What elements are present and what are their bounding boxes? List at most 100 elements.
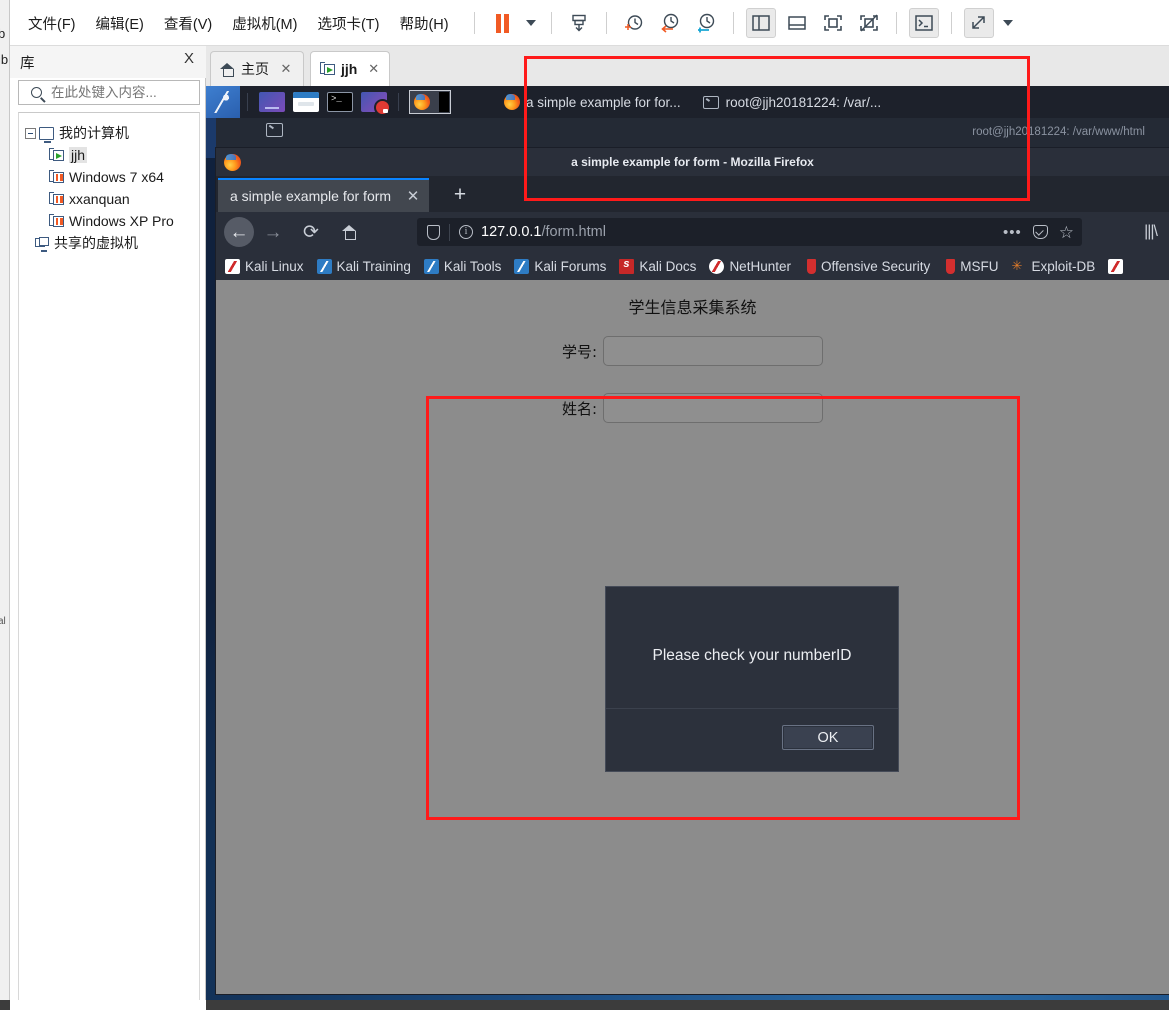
fullscreen-button[interactable] <box>818 8 848 38</box>
snapshot-take-button[interactable] <box>564 8 594 38</box>
search-input[interactable] <box>49 84 230 101</box>
menu-edit[interactable]: 编辑(E) <box>86 9 154 38</box>
terminal-window-title: root@jjh20181224: /var/www/html <box>972 126 1145 138</box>
show-thumbnail-bar-button[interactable] <box>782 8 812 38</box>
kali-dragon-icon <box>1108 258 1124 274</box>
firefox-window[interactable]: a simple example for form - Mozilla Fire… <box>216 148 1169 994</box>
library-panel: 库 X 我的计算机 jjh Windows 7 x64 <box>10 46 240 1010</box>
guest-vm-screen[interactable]: a simple example for for... root@jjh2018… <box>206 86 1169 1010</box>
taskbar-window-firefox[interactable]: a simple example for for... <box>496 89 689 115</box>
panel-bottom-icon <box>788 16 806 30</box>
new-tab-button[interactable]: + <box>448 184 472 206</box>
browser-tab-active[interactable]: a simple example for form ✕ <box>218 178 430 212</box>
bookmark-kali-linux[interactable]: Kali Linux <box>225 258 304 274</box>
menu-tabs[interactable]: 选项卡(T) <box>307 9 389 38</box>
firefox-icon <box>504 94 520 110</box>
bookmark-star-button[interactable]: ☆ <box>1059 224 1074 241</box>
pocket-save-button[interactable] <box>1032 225 1048 239</box>
snapshot-manager-button[interactable] <box>691 8 721 38</box>
student-id-label: 学号: <box>561 342 598 361</box>
clock-wrench-icon <box>698 13 715 33</box>
pause-dropdown-chevron-down-icon[interactable] <box>526 20 536 26</box>
library-search-box[interactable] <box>18 80 240 105</box>
launcher-terminal[interactable] <box>327 92 353 112</box>
forward-button[interactable]: → <box>256 215 290 249</box>
console-button[interactable] <box>909 8 939 38</box>
launcher-files[interactable] <box>293 92 319 112</box>
collapse-expander-icon[interactable] <box>25 127 36 139</box>
alert-dialog[interactable]: Please check your numberID OK <box>605 586 899 772</box>
bookmark-kali-training[interactable]: Kali Training <box>316 258 411 274</box>
bookmark-kali-forums[interactable]: Kali Forums <box>514 258 606 274</box>
kali-dragon-logo[interactable] <box>206 86 240 118</box>
snapshot-icon <box>572 14 586 32</box>
vm-toolbar <box>465 0 1019 46</box>
reload-button[interactable]: ⟳ <box>294 215 328 249</box>
window-switcher-thumb[interactable] <box>409 90 451 114</box>
home-button[interactable] <box>332 215 366 249</box>
bookmark-kali-docs[interactable]: Kali Docs <box>619 258 697 274</box>
background-fragment-2: ib <box>0 52 9 67</box>
bookmark-label: Kali Training <box>336 258 411 274</box>
tree-item-windows-7-x64[interactable]: Windows 7 x64 <box>19 166 199 188</box>
background-fragment-1: b <box>0 26 5 41</box>
menu-file[interactable]: 文件(F) <box>18 9 86 38</box>
host-bottom-strip <box>0 1000 1169 1010</box>
site-info-icon[interactable]: i <box>459 225 473 239</box>
snapshot-revert-button[interactable] <box>655 8 685 38</box>
terminal-window[interactable]: root@jjh20181224: /var/www/html <box>216 118 1169 148</box>
toolbar-separator <box>551 12 552 34</box>
bookmark-msfu[interactable]: MSFU <box>943 258 999 274</box>
close-icon[interactable]: X <box>180 50 198 68</box>
tracking-protection-shield-icon[interactable] <box>427 224 440 240</box>
kali-top-panel: a simple example for for... root@jjh2018… <box>206 86 1169 118</box>
bookmark-label: Kali Docs <box>639 258 697 274</box>
bookmark-kali-tools[interactable]: Kali Tools <box>423 258 501 274</box>
student-id-input[interactable] <box>603 336 824 366</box>
tree-item-windows-xp-pro[interactable]: Windows XP Pro <box>19 210 199 232</box>
toolbar-separator <box>474 12 475 34</box>
tree-item-my-computer[interactable]: 我的计算机 <box>19 122 199 144</box>
tree-item-label: jjh <box>69 147 88 163</box>
back-button[interactable]: ← <box>224 217 254 247</box>
toolbar-separator <box>606 12 607 34</box>
url-text: 127.0.0.1/form.html <box>481 224 606 240</box>
menu-vm[interactable]: 虚拟机(M) <box>222 9 307 38</box>
tree-item-xxanquan[interactable]: xxanquan <box>19 188 199 210</box>
bookmark-nethunter[interactable]: NetHunter <box>709 258 791 274</box>
student-name-label: 姓名: <box>561 399 598 418</box>
url-path: /form.html <box>541 224 606 240</box>
vm-tab-jjh[interactable]: jjh ✕ <box>310 51 390 86</box>
address-bar[interactable]: i 127.0.0.1/form.html ••• ☆ <box>417 218 1082 246</box>
student-name-input[interactable] <box>603 393 824 423</box>
close-icon[interactable]: ✕ <box>367 61 380 77</box>
stretch-dropdown-chevron-down-icon[interactable] <box>1003 20 1013 26</box>
page-actions-button[interactable]: ••• <box>1003 224 1022 241</box>
desktop-left-strip <box>206 118 216 158</box>
tree-item-shared-vms[interactable]: 共享的虚拟机 <box>19 232 199 254</box>
panel-separator <box>247 93 248 111</box>
menu-help[interactable]: 帮助(H) <box>389 9 458 38</box>
bookmark-offensive-security[interactable]: Offensive Security <box>804 258 931 274</box>
bookmark-exploit-db[interactable]: ✳ Exploit-DB <box>1012 259 1096 274</box>
bookmark-label: Offensive Security <box>820 258 931 274</box>
firefox-nav-bar: ← → ⟳ i 127.0.0.1/form.html ••• ☆ |||\ <box>216 212 1169 252</box>
tree-item-jjh[interactable]: jjh <box>19 144 199 166</box>
stretch-button[interactable] <box>964 8 994 38</box>
pause-button[interactable] <box>487 8 517 38</box>
unity-button[interactable] <box>854 8 884 38</box>
library-tree: 我的计算机 jjh Windows 7 x64 xxanquan Windows… <box>18 112 200 1002</box>
bookmark-overflow[interactable] <box>1108 258 1124 274</box>
alert-ok-button[interactable]: OK <box>782 725 874 750</box>
vm-tab-home[interactable]: 主页 ✕ <box>210 51 304 86</box>
menu-view[interactable]: 查看(V) <box>154 9 222 38</box>
library-button[interactable]: |||\ <box>1144 223 1158 241</box>
launcher-browser[interactable] <box>259 92 285 112</box>
launcher-screen-recorder[interactable] <box>361 92 391 116</box>
taskbar-window-terminal[interactable]: root@jjh20181224: /var/... <box>695 89 890 115</box>
vm-running-icon <box>320 62 335 76</box>
close-icon[interactable]: ✕ <box>405 187 421 205</box>
close-icon[interactable]: ✕ <box>279 61 293 77</box>
snapshot-add-button[interactable] <box>619 8 649 38</box>
show-library-button[interactable] <box>746 8 776 38</box>
